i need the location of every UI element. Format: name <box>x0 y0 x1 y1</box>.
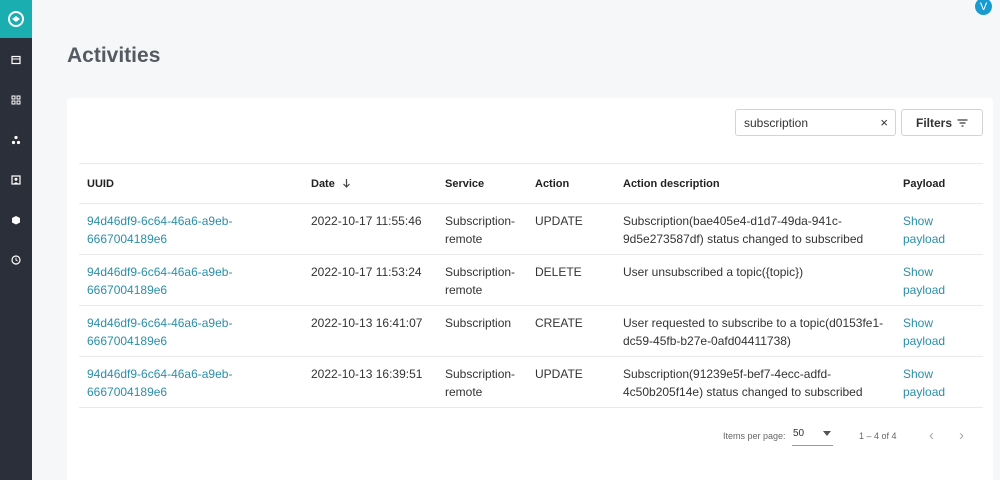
service-cell: Subscription-remote <box>437 254 527 306</box>
sort-descending-icon <box>342 178 350 188</box>
description-cell: User unsubscribed a topic({topic}) <box>615 254 895 306</box>
sidebar-item-network[interactable] <box>0 120 32 160</box>
network-icon <box>11 135 21 145</box>
portrait-icon <box>11 175 21 185</box>
search-input[interactable] <box>744 115 874 130</box>
uuid-link[interactable]: 94d46df9-6c64-46a6-a9eb-6667004189e6 <box>87 214 232 246</box>
logo-icon <box>8 11 24 27</box>
app-logo[interactable] <box>0 0 32 38</box>
service-cell: Subscription <box>437 305 527 357</box>
page-title: Activities <box>67 44 161 67</box>
show-payload-link[interactable]: Show payload <box>903 265 945 297</box>
user-avatar[interactable]: V <box>975 0 992 15</box>
document-icon <box>11 55 21 65</box>
action-cell: UPDATE <box>527 203 615 255</box>
column-header-description[interactable]: Action description <box>615 163 895 204</box>
service-cell: Subscription-remote <box>437 356 527 408</box>
previous-page-button[interactable]: ‹ <box>929 427 934 444</box>
date-cell: 2022-10-17 11:55:46 <box>303 203 437 255</box>
description-cell: Subscription(91239e5f-bef7-4ecc-adfd-4c5… <box>615 356 895 408</box>
next-page-button[interactable]: › <box>959 427 964 444</box>
dropdown-caret-icon <box>823 431 831 436</box>
date-cell: 2022-10-17 11:53:24 <box>303 254 437 306</box>
column-header-action[interactable]: Action <box>527 163 615 204</box>
uuid-link[interactable]: 94d46df9-6c64-46a6-a9eb-6667004189e6 <box>87 316 232 348</box>
uuid-link[interactable]: 94d46df9-6c64-46a6-a9eb-6667004189e6 <box>87 367 232 399</box>
filter-icon <box>957 118 968 127</box>
items-per-page-value: 50 <box>793 428 805 439</box>
table-row: 94d46df9-6c64-46a6-a9eb-6667004189e6 202… <box>79 305 983 357</box>
action-cell: DELETE <box>527 254 615 306</box>
column-header-uuid[interactable]: UUID <box>79 163 303 204</box>
date-cell: 2022-10-13 16:39:51 <box>303 356 437 408</box>
sidebar-item-documents[interactable] <box>0 40 32 80</box>
paginator: Items per page: 50 1 – 4 of 4 ‹ › <box>67 420 993 450</box>
column-header-date-label: Date <box>311 177 335 190</box>
column-header-date[interactable]: Date <box>303 163 437 204</box>
show-payload-link[interactable]: Show payload <box>903 214 945 246</box>
grid-icon <box>11 95 21 105</box>
table-row: 94d46df9-6c64-46a6-a9eb-6667004189e6 202… <box>79 254 983 306</box>
column-header-payload[interactable]: Payload <box>895 163 983 204</box>
uuid-link[interactable]: 94d46df9-6c64-46a6-a9eb-6667004189e6 <box>87 265 232 297</box>
table-row: 94d46df9-6c64-46a6-a9eb-6667004189e6 202… <box>79 203 983 255</box>
action-cell: UPDATE <box>527 356 615 408</box>
sidebar-item-dashboard[interactable] <box>0 80 32 120</box>
activities-card: × Filters UUID Date Service Action Actio… <box>67 98 993 480</box>
page-range-label: 1 – 4 of 4 <box>859 431 897 441</box>
sidebar-item-history[interactable] <box>0 240 32 280</box>
table-header-row: UUID Date Service Action Action descript… <box>79 163 983 204</box>
sidebar-item-profile[interactable] <box>0 160 32 200</box>
items-per-page-label: Items per page: <box>723 431 786 441</box>
clear-search-icon[interactable]: × <box>880 115 888 130</box>
filters-button[interactable]: Filters <box>901 109 983 136</box>
cube-icon <box>12 216 20 225</box>
table-row: 94d46df9-6c64-46a6-a9eb-6667004189e6 202… <box>79 356 983 408</box>
service-cell: Subscription-remote <box>437 203 527 255</box>
items-per-page-select[interactable]: 50 <box>792 426 833 446</box>
action-cell: CREATE <box>527 305 615 357</box>
sidebar-item-packages[interactable] <box>0 200 32 240</box>
column-header-service[interactable]: Service <box>437 163 527 204</box>
filters-label: Filters <box>915 115 952 130</box>
show-payload-link[interactable]: Show payload <box>903 316 945 348</box>
description-cell: Subscription(bae405e4-d1d7-49da-941c-9d5… <box>615 203 895 255</box>
clock-icon <box>11 255 21 265</box>
activities-table: UUID Date Service Action Action descript… <box>79 163 983 408</box>
description-cell: User requested to subscribe to a topic(d… <box>615 305 895 357</box>
sidebar <box>0 0 32 480</box>
date-cell: 2022-10-13 16:41:07 <box>303 305 437 357</box>
show-payload-link[interactable]: Show payload <box>903 367 945 399</box>
search-box: × <box>735 109 896 136</box>
